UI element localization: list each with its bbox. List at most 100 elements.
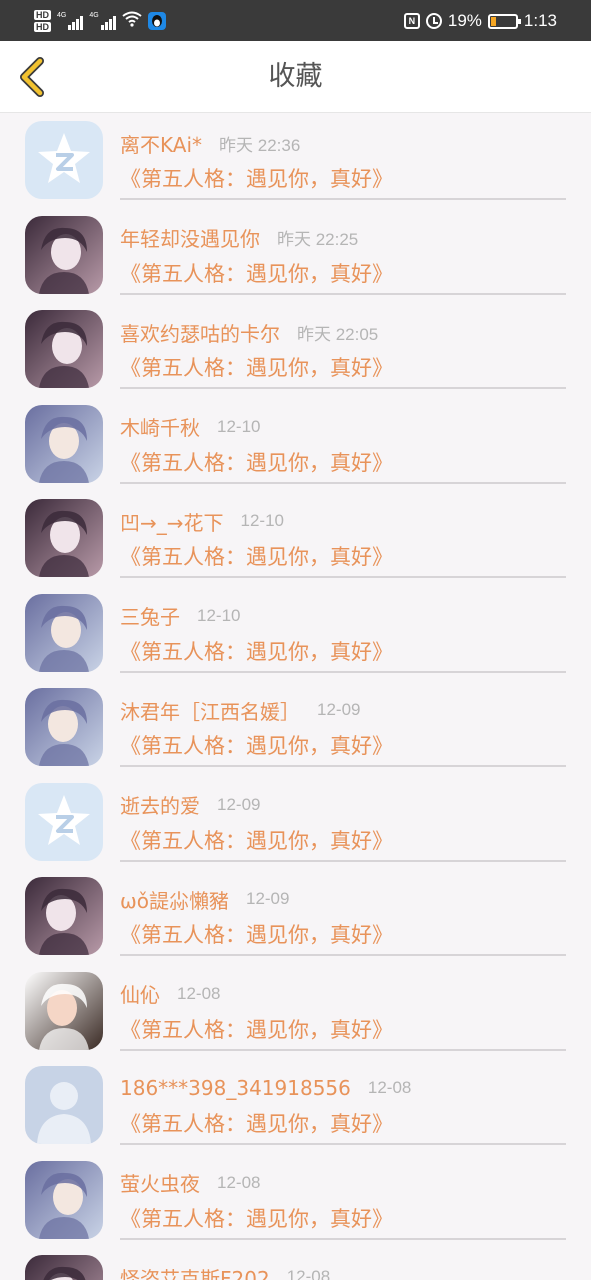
list-item[interactable]: 186***398_341918556 12-08 《第五人格：遇见你，真好》	[0, 1058, 591, 1153]
list-item[interactable]: 喜欢约瑟咕的卡尔 昨天 22:05 《第五人格：遇见你，真好》	[0, 302, 591, 397]
item-meta: 木崎千秋 12-10	[120, 411, 260, 443]
avatar[interactable]	[25, 310, 103, 388]
avatar[interactable]	[25, 688, 103, 766]
list-item[interactable]: 凹→_→花下 12-10 《第五人格：遇见你，真好》	[0, 491, 591, 586]
list-item[interactable]: 沐君年［江西名媛］ 12-09 《第五人格：遇见你，真好》	[0, 680, 591, 775]
avatar[interactable]	[25, 121, 103, 199]
timestamp: 昨天 22:25	[277, 230, 359, 249]
avatar[interactable]	[25, 593, 103, 672]
item-meta: 萤火虫夜 12-08	[120, 1167, 260, 1199]
work-title-link[interactable]: 《第五人格：遇见你，真好》	[120, 1108, 393, 1138]
divider	[120, 576, 566, 578]
work-title-link[interactable]: 《第五人格：遇见你，真好》	[120, 730, 393, 760]
divider	[120, 859, 566, 862]
item-meta: 离不KAi* 昨天 22:36	[120, 127, 300, 159]
user-name[interactable]: 凹→_→花下	[120, 507, 224, 536]
avatar[interactable]	[25, 1255, 103, 1280]
avatar[interactable]	[25, 1160, 103, 1239]
divider	[120, 292, 566, 295]
work-title-link[interactable]: 《第五人格：遇见你，真好》	[120, 541, 393, 571]
favorites-list: 离不KAi* 昨天 22:36 《第五人格：遇见你，真好》 年轻却没遇见你 昨天 22:…	[0, 113, 591, 1280]
user-name[interactable]: 喜欢约瑟咕的卡尔	[120, 318, 280, 347]
user-name[interactable]: 萤火虫夜	[120, 1168, 200, 1197]
user-name[interactable]: 离不KAi*	[120, 129, 202, 158]
page-title: 收藏	[268, 61, 323, 92]
network-label-2: 4G	[89, 12, 99, 19]
timestamp: 12-08	[217, 1172, 261, 1192]
user-name[interactable]: 沐君年［江西名媛］	[120, 696, 300, 725]
timestamp: 12-08	[177, 983, 221, 1003]
avatar[interactable]	[25, 877, 103, 955]
hd-label-1: HD	[34, 10, 51, 20]
alarm-icon	[425, 13, 442, 29]
work-title-link[interactable]: 《第五人格：遇见你，真好》	[120, 163, 393, 193]
clock: 1:13	[523, 11, 557, 30]
work-title-link[interactable]: 《第五人格：遇见你，真好》	[120, 1203, 393, 1233]
timestamp: 12-08	[367, 1078, 412, 1097]
avatar[interactable]	[25, 782, 103, 861]
divider	[120, 765, 566, 767]
avatar[interactable]	[25, 215, 103, 294]
list-item[interactable]: 离不KAi* 昨天 22:36 《第五人格：遇见你，真好》	[0, 113, 591, 208]
user-name[interactable]: 年轻却没遇见你	[120, 223, 260, 252]
user-name[interactable]: 木崎千秋	[120, 412, 200, 441]
app-header: 收藏	[0, 41, 591, 113]
divider	[120, 670, 566, 673]
divider	[120, 387, 566, 389]
item-meta: 喜欢约瑟咕的卡尔 昨天 22:05	[120, 316, 378, 348]
timestamp: 12-09	[217, 794, 261, 814]
list-item[interactable]: 三兔子 12-10 《第五人格：遇见你，真好》	[0, 586, 591, 681]
work-title-link[interactable]: 《第五人格：遇见你，真好》	[120, 447, 393, 477]
signal-icon-2: 4G	[89, 12, 116, 30]
list-item[interactable]: ωǒ諟尛懶豬 12-09 《第五人格：遇见你，真好》	[0, 869, 591, 964]
work-title-link[interactable]: 《第五人格：遇见你，真好》	[120, 636, 393, 666]
timestamp: 12-09	[245, 889, 290, 908]
user-name[interactable]: 186***398_341918556	[120, 1076, 351, 1100]
timestamp: 12-10	[197, 605, 241, 625]
timestamp: 12-09	[317, 700, 361, 719]
divider	[120, 481, 566, 484]
user-name[interactable]: 仙伈	[120, 979, 160, 1008]
work-title-link[interactable]: 《第五人格：遇见你，真好》	[120, 258, 393, 288]
divider	[120, 1237, 566, 1240]
item-meta: 凹→_→花下 12-10	[120, 505, 284, 537]
avatar[interactable]	[25, 499, 103, 577]
battery-fill	[490, 16, 496, 26]
network-label-1: 4G	[57, 12, 67, 19]
item-meta: ωǒ諟尛懶豬 12-09	[120, 883, 289, 915]
list-item[interactable]: 仙伈 12-08 《第五人格：遇见你，真好》	[0, 964, 591, 1059]
user-name[interactable]: 三兔子	[120, 601, 180, 630]
item-meta: 怪咨艾克斯F202 12-08	[120, 1261, 330, 1280]
user-name[interactable]: 怪咨艾克斯F202	[120, 1263, 270, 1280]
avatar[interactable]	[25, 404, 103, 483]
timestamp: 昨天 22:36	[219, 135, 301, 155]
battery-icon	[487, 13, 521, 29]
item-meta: 逝去的爱 12-09	[120, 789, 260, 821]
work-title-link[interactable]: 《第五人格：遇见你，真好》	[120, 1014, 393, 1044]
status-left: HD HD 4G 4G	[34, 6, 166, 36]
item-meta: 三兔子 12-10	[120, 600, 240, 632]
wifi-icon	[122, 11, 142, 32]
user-name[interactable]: ωǒ諟尛懶豬	[120, 885, 229, 914]
item-meta: 年轻却没遇见你 昨天 22:25	[120, 222, 358, 254]
avatar[interactable]	[25, 971, 103, 1050]
divider	[120, 954, 566, 956]
avatar[interactable]	[25, 1066, 103, 1144]
item-meta: 沐君年［江西名媛］ 12-09	[120, 694, 360, 726]
hd-label-2: HD	[34, 22, 51, 32]
signal-icon-1: 4G	[57, 12, 84, 30]
list-item[interactable]: 怪咨艾克斯F20212-08《第五人格：遇见你，真好》	[0, 1247, 591, 1280]
work-title-link[interactable]: 《第五人格：遇见你，真好》	[120, 825, 393, 855]
timestamp: 昨天 22:05	[297, 324, 379, 344]
qq-penguin-icon	[147, 12, 166, 30]
work-title-link[interactable]: 《第五人格：遇见你，真好》	[120, 352, 393, 382]
user-name[interactable]: 逝去的爱	[120, 790, 200, 819]
timestamp: 12-10	[217, 416, 261, 436]
work-title-link[interactable]: 《第五人格：遇见你，真好》	[120, 919, 393, 949]
status-right: N 19% 1:13	[403, 6, 557, 36]
list-item[interactable]: 逝去的爱 12-09 《第五人格：遇见你，真好》	[0, 775, 591, 870]
list-item[interactable]: 木崎千秋 12-10 《第五人格：遇见你，真好》	[0, 397, 591, 492]
timestamp: 12-08	[286, 1267, 331, 1280]
list-item[interactable]: 萤火虫夜 12-08 《第五人格：遇见你，真好》	[0, 1153, 591, 1248]
list-item[interactable]: 年轻却没遇见你 昨天 22:25 《第五人格：遇见你，真好》	[0, 208, 591, 303]
